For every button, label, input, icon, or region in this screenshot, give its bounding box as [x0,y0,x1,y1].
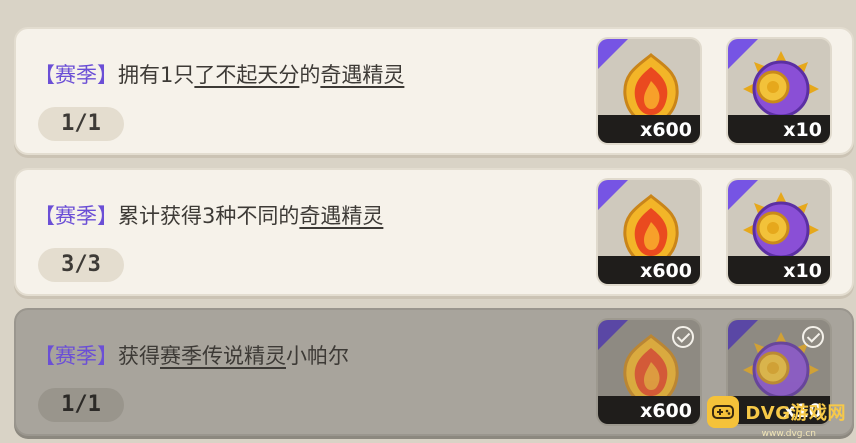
task-text-segment: 累计获得3种不同的 [118,204,300,228]
task-keyword: 了不起天分 [194,63,300,87]
reward-slot[interactable]: x10 [726,178,832,286]
watermark: DVG游戏网 www.dvg.cn [707,395,846,439]
task-text-segment: 获得 [118,344,160,368]
reward-quantity: x10 [783,260,822,282]
task-keyword: 赛季传说精灵 [160,344,286,368]
task-keyword: 奇遇精灵 [299,204,384,228]
progress-badge: 1/1 [38,107,124,141]
watermark-text: DVG游戏网 [745,403,846,424]
task-card[interactable]: 【赛季】拥有1只了不起天分的奇遇精灵 1/1 x600 x10 [14,27,854,155]
task-keyword: 奇遇精灵 [320,63,405,87]
task-card[interactable]: 【赛季】累计获得3种不同的奇遇精灵 3/3 x600 x10 [14,168,854,296]
task-description: 【赛季】累计获得3种不同的奇遇精灵 [34,200,383,230]
season-tag: 【赛季】 [34,344,118,368]
task-description: 【赛季】拥有1只了不起天分的奇遇精灵 [34,59,404,89]
task-text-segment: 小帕尔 [286,344,349,368]
claimed-check-icon [672,326,694,348]
progress-badge: 1/1 [38,388,124,422]
reward-quantity: x10 [783,119,822,141]
reward-quantity: x600 [640,260,692,282]
reward-slot[interactable]: x600 [596,318,702,426]
task-text-segment: 拥有1只 [118,63,195,87]
season-tag: 【赛季】 [34,204,118,228]
gamepad-icon [707,396,740,428]
reward-quantity: x600 [640,119,692,141]
reward-slot[interactable]: x10 [726,37,832,145]
progress-badge: 3/3 [38,248,124,282]
task-text-segment: 的 [299,63,321,87]
task-description: 【赛季】获得赛季传说精灵小帕尔 [34,340,349,370]
reward-slot[interactable]: x600 [596,37,702,145]
reward-slot[interactable]: x600 [596,178,702,286]
claimed-check-icon [802,326,824,348]
season-tag: 【赛季】 [34,63,118,87]
watermark-url: www.dvg.cn [761,429,816,439]
reward-quantity: x600 [640,400,692,422]
